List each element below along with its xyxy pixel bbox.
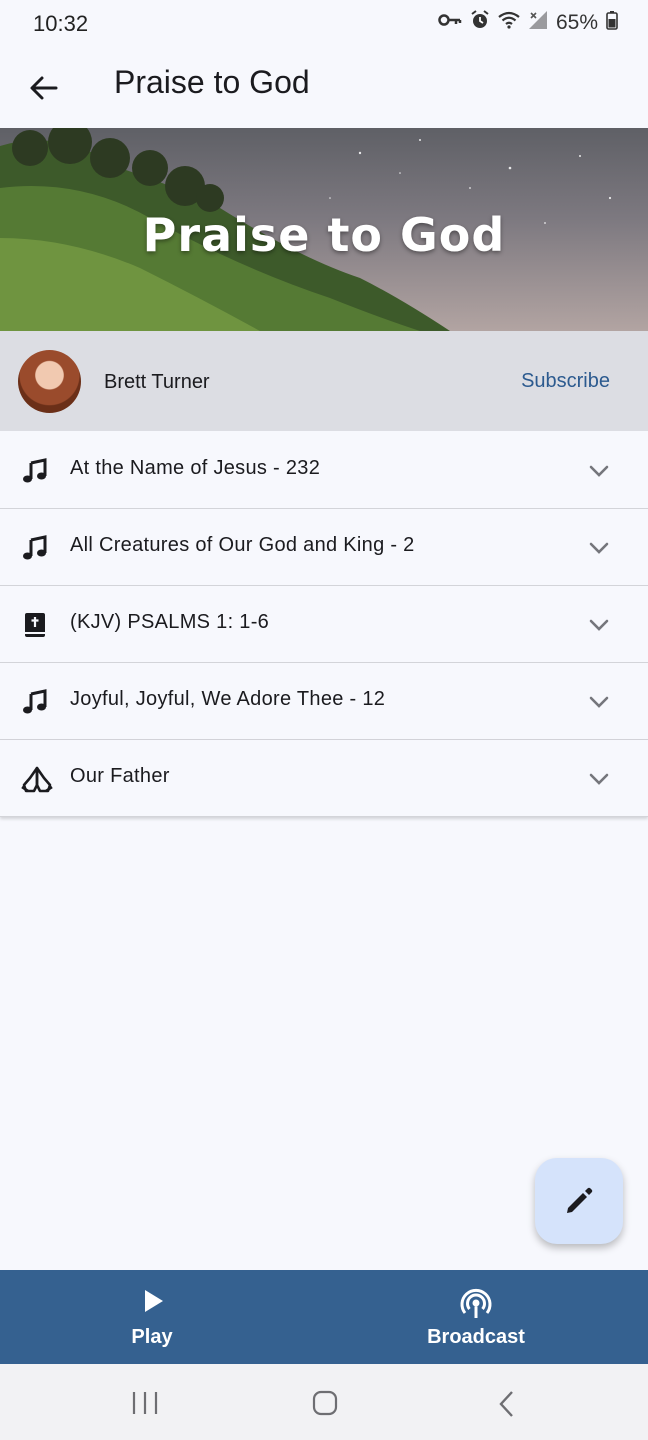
play-label: Play: [131, 1326, 173, 1348]
arrow-back-icon[interactable]: [26, 70, 62, 106]
status-bar: 10:32 65%: [0, 0, 648, 48]
list-item-label: (KJV) PSALMS 1: 1-6: [70, 611, 270, 633]
wifi-icon: [498, 11, 520, 34]
battery-icon: [606, 10, 618, 35]
broadcast-tab[interactable]: Broadcast: [376, 1270, 576, 1364]
music-note-icon: [21, 688, 49, 716]
bible-icon: [21, 611, 49, 639]
music-note-icon: [21, 534, 49, 562]
list-item-label: At the Name of Jesus - 232: [70, 457, 321, 479]
recent-apps-icon[interactable]: [130, 1390, 160, 1421]
chevron-down-icon[interactable]: [588, 460, 610, 482]
avatar[interactable]: [18, 350, 81, 413]
list-item[interactable]: Our Father: [0, 740, 648, 817]
alarm-icon: [470, 10, 490, 35]
subscribe-button[interactable]: Subscribe: [521, 370, 610, 393]
list-item-label: Our Father: [70, 765, 170, 787]
author-name: Brett Turner: [104, 371, 210, 393]
key-icon: [438, 12, 462, 33]
list-item[interactable]: (KJV) PSALMS 1: 1-6: [0, 586, 648, 663]
status-icons: 65%: [438, 10, 618, 35]
list-item[interactable]: At the Name of Jesus - 232: [0, 432, 648, 509]
home-icon[interactable]: [312, 1390, 338, 1421]
list-item-label: Joyful, Joyful, We Adore Thee - 12: [70, 688, 386, 710]
author-bar: Brett Turner Subscribe: [0, 331, 648, 431]
list-item[interactable]: All Creatures of Our God and King - 2: [0, 509, 648, 586]
app-bar: Praise to God: [0, 48, 648, 128]
list-item-label: All Creatures of Our God and King - 2: [70, 534, 415, 556]
play-icon: [145, 1290, 163, 1312]
broadcast-icon: [460, 1288, 492, 1318]
chevron-down-icon[interactable]: [588, 614, 610, 636]
page-title: Praise to God: [114, 64, 310, 100]
chevron-down-icon[interactable]: [588, 537, 610, 559]
battery-percentage: 65%: [555, 10, 598, 34]
status-time: 10:32: [33, 11, 89, 36]
bottom-navigation: Play Broadcast: [0, 1270, 648, 1364]
edit-pencil-icon: [567, 1187, 593, 1213]
hero-banner: Praise to God: [0, 128, 648, 331]
back-nav-icon[interactable]: [496, 1390, 518, 1423]
hero-title: Praise to God: [142, 208, 506, 262]
program-item-list: At the Name of Jesus - 232 All Creatures…: [0, 432, 648, 817]
play-tab[interactable]: Play: [52, 1270, 252, 1364]
list-item[interactable]: Joyful, Joyful, We Adore Thee - 12: [0, 663, 648, 740]
music-note-icon: [21, 457, 49, 485]
edit-button[interactable]: [535, 1158, 623, 1244]
system-nav-bar: [0, 1364, 648, 1440]
praying-hands-icon: [21, 765, 53, 793]
signal-icon: [528, 10, 548, 35]
chevron-down-icon[interactable]: [588, 768, 610, 790]
chevron-down-icon[interactable]: [588, 691, 610, 713]
broadcast-label: Broadcast: [427, 1326, 525, 1348]
